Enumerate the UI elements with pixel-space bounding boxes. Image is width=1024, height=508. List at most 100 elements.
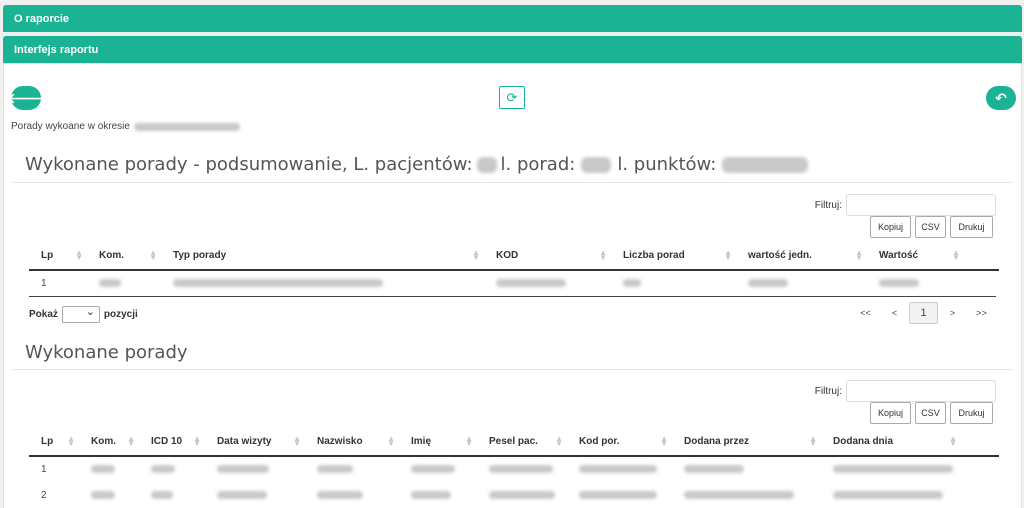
- summary-filter: Filtruj:: [815, 194, 996, 216]
- col-data-wizyty[interactable]: Data wizyty ▲ ▼: [205, 428, 305, 457]
- col-dodana-dnia[interactable]: Dodana dnia ▲ ▼: [821, 428, 961, 457]
- page-size-select[interactable]: [61, 305, 100, 323]
- cell-redacted: [139, 482, 205, 508]
- col-kom[interactable]: Kom. ▲ ▼: [87, 242, 161, 271]
- summary-divider: [12, 182, 1013, 183]
- cell-redacted: [399, 456, 477, 482]
- table-row[interactable]: 1: [29, 270, 999, 296]
- prev-page-button[interactable]: <: [880, 302, 909, 324]
- cell-redacted: [611, 270, 736, 296]
- visits-redacted: [581, 156, 612, 173]
- sort-icon: ▲ ▼: [724, 248, 732, 262]
- cell-redacted: [567, 456, 672, 482]
- period-redacted: [133, 122, 240, 131]
- cell-lp: 1: [41, 278, 47, 289]
- col-kod-por[interactable]: Kod por. ▲ ▼: [567, 428, 672, 457]
- col-lp[interactable]: Lp ▲ ▼: [29, 242, 87, 271]
- details-filter-label: Filtruj:: [814, 385, 842, 397]
- summary-title-visits: l. porad:: [500, 154, 576, 175]
- sort-icon: ▲ ▼: [149, 248, 157, 262]
- summary-filter-input[interactable]: [846, 194, 996, 216]
- details-filter: Filtruj:: [815, 380, 996, 402]
- summary-title-patients: Wykonane porady - podsumowanie, L. pacje…: [25, 154, 473, 175]
- items-label: pozycji: [103, 309, 138, 320]
- cell-lp: 2: [41, 489, 47, 501]
- col-kod[interactable]: KOD ▲ ▼: [484, 242, 611, 271]
- cell-redacted: [672, 456, 821, 482]
- col-lp[interactable]: Lp ▲ ▼: [29, 428, 79, 457]
- points-redacted: [722, 156, 809, 173]
- col-empty: [961, 428, 999, 457]
- col-dodana-przez[interactable]: Dodana przez ▲ ▼: [672, 428, 821, 457]
- col-imie[interactable]: Imię ▲ ▼: [399, 428, 477, 457]
- cell-redacted: [305, 482, 399, 508]
- sort-icon: ▲ ▼: [75, 248, 83, 262]
- sort-icon: ▲ ▼: [949, 434, 957, 448]
- sort-icon: ▲ ▼: [952, 248, 960, 262]
- cell-empty: [961, 482, 999, 508]
- details-table: Lp ▲ ▼ Kom. ▲ ▼ ICD 10 ▲ ▼ Data wizyty ▲ ▼ Nazwi…: [29, 428, 999, 508]
- page-size-control: Pokaż pozycji: [29, 305, 138, 323]
- details-divider: [12, 369, 1013, 370]
- cell-redacted: [161, 270, 484, 296]
- pagination: << < 1 > >>: [851, 302, 996, 324]
- details-copy-button[interactable]: Kopiuj: [870, 402, 911, 424]
- sort-icon: ▲ ▼: [855, 248, 863, 262]
- col-liczba-porad[interactable]: Liczba porad ▲ ▼: [611, 242, 736, 271]
- report-interface-bar[interactable]: Interfejs raportu: [3, 36, 1022, 63]
- summary-copy-button[interactable]: Kopiuj: [870, 216, 911, 238]
- refresh-icon: ⟳: [506, 89, 518, 105]
- report-panel: 🡐 ⟳ ↶ Porady wykoane w okresie Wykonane …: [3, 63, 1022, 508]
- sort-icon: ▲ ▼: [465, 434, 473, 448]
- summary-header-row: Lp ▲ ▼ Kom. ▲ ▼ Typ porady ▲ ▼ KOD ▲ ▼ Liczba po…: [29, 242, 999, 271]
- sort-icon: ▲ ▼: [660, 434, 668, 448]
- back-button[interactable]: 🡐: [7, 86, 45, 110]
- summary-csv-button[interactable]: CSV: [915, 216, 946, 238]
- summary-title: Wykonane porady - podsumowanie, L. pacje…: [25, 154, 809, 175]
- cell-redacted: [821, 456, 961, 482]
- cell-redacted: [205, 482, 305, 508]
- col-icd10[interactable]: ICD 10 ▲ ▼: [139, 428, 205, 457]
- refresh-button[interactable]: ⟳: [499, 86, 525, 109]
- table-row[interactable]: 1: [29, 456, 999, 482]
- first-page-button[interactable]: <<: [851, 302, 880, 324]
- show-label: Pokaż: [29, 309, 58, 320]
- cell-redacted: [672, 482, 821, 508]
- sort-icon: ▲ ▼: [809, 434, 817, 448]
- current-page-button[interactable]: 1: [909, 302, 938, 324]
- cell-lp: 1: [41, 464, 47, 475]
- details-csv-button[interactable]: CSV: [915, 402, 946, 424]
- col-typ-porady[interactable]: Typ porady ▲ ▼: [161, 242, 484, 271]
- period-text: Porady wykoane w okresie: [11, 121, 240, 132]
- summary-export-buttons: Kopiuj CSV Drukuj: [870, 216, 993, 238]
- details-print-button[interactable]: Drukuj: [950, 402, 993, 424]
- cell-redacted: [79, 456, 139, 482]
- return-button[interactable]: ↶: [986, 86, 1016, 110]
- col-nazwisko[interactable]: Nazwisko ▲ ▼: [305, 428, 399, 457]
- sort-icon: ▲ ▼: [472, 248, 480, 262]
- about-report-bar[interactable]: O raporcie: [3, 5, 1022, 32]
- col-wartosc-jedn[interactable]: wartość jedn. ▲ ▼: [736, 242, 867, 271]
- col-pesel[interactable]: Pesel pac. ▲ ▼: [477, 428, 567, 457]
- sort-icon: ▲ ▼: [599, 248, 607, 262]
- last-page-button[interactable]: >>: [967, 302, 996, 324]
- col-empty: [964, 242, 999, 271]
- cell-empty: [964, 270, 999, 296]
- sort-icon: ▲ ▼: [127, 434, 135, 448]
- sort-icon: ▲ ▼: [555, 434, 563, 448]
- cell-redacted: [139, 456, 205, 482]
- details-export-buttons: Kopiuj CSV Drukuj: [870, 402, 993, 424]
- cell-redacted: [736, 270, 867, 296]
- col-wartosc[interactable]: Wartość ▲ ▼: [867, 242, 964, 271]
- cell-redacted: [399, 482, 477, 508]
- report-interface-label: Interfejs raportu: [14, 43, 99, 56]
- cell-redacted: [867, 270, 964, 296]
- col-kom[interactable]: Kom. ▲ ▼: [79, 428, 139, 457]
- table-row[interactable]: 2: [29, 482, 999, 508]
- next-page-button[interactable]: >: [938, 302, 967, 324]
- cell-redacted: [305, 456, 399, 482]
- summary-print-button[interactable]: Drukuj: [950, 216, 993, 238]
- details-filter-input[interactable]: [846, 380, 996, 402]
- details-header-row: Lp ▲ ▼ Kom. ▲ ▼ ICD 10 ▲ ▼ Data wizyty ▲ ▼ Nazwi…: [29, 428, 999, 457]
- cell-redacted: [484, 270, 611, 296]
